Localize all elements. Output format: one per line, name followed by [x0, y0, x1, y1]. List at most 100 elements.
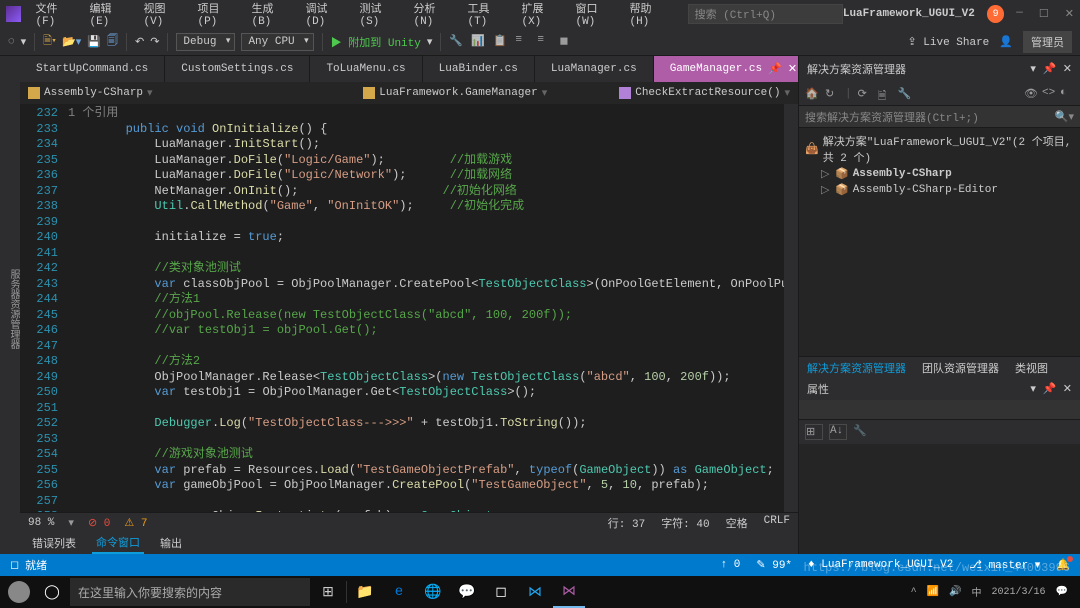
- run-button[interactable]: ▶ 附加到 Unity: [331, 34, 421, 50]
- menu-test[interactable]: 测试(S): [353, 0, 405, 32]
- tab-errorlist[interactable]: 错误列表: [28, 533, 80, 553]
- code-editor[interactable]: 232 233 234 235 236 237 238 239 240 241 …: [20, 104, 798, 512]
- solution-search[interactable]: 搜索解决方案资源管理器(Ctrl+;)🔍▾: [799, 106, 1080, 128]
- open-icon[interactable]: 📂▾: [62, 35, 81, 49]
- code-icon[interactable]: <>: [1042, 87, 1056, 101]
- tab-classview[interactable]: 类视图: [1007, 357, 1056, 378]
- menu-help[interactable]: 帮助(H): [623, 0, 675, 32]
- cortana-icon[interactable]: ◯: [36, 576, 68, 608]
- platform-combo[interactable]: Any CPU: [241, 33, 313, 51]
- avatar-icon[interactable]: [4, 577, 34, 607]
- tab-luabinder[interactable]: LuaBinder.cs: [423, 56, 535, 82]
- config-combo[interactable]: Debug: [176, 33, 235, 51]
- tab-close-icon[interactable]: ✕: [788, 62, 797, 76]
- edge-icon[interactable]: e: [383, 576, 415, 608]
- project-node[interactable]: ▷📦Assembly-CSharp: [805, 166, 1074, 182]
- menu-debug[interactable]: 调试(D): [299, 0, 351, 32]
- fwd-icon[interactable]: ▾: [21, 35, 27, 49]
- volume-icon[interactable]: 🔊: [949, 586, 961, 598]
- home-icon[interactable]: 🏠: [805, 87, 819, 101]
- redo-icon[interactable]: ↷: [150, 35, 159, 49]
- repo-name[interactable]: ♦ LuaFramework_UGUI_V2: [808, 559, 953, 571]
- live-share-button[interactable]: ⇪ Live Share: [907, 35, 989, 49]
- undo-icon[interactable]: ↶: [135, 35, 144, 49]
- notification-badge[interactable]: 9: [987, 5, 1004, 23]
- menu-edit[interactable]: 编辑(E): [83, 0, 135, 32]
- tool-icon[interactable]: 🔧: [449, 34, 465, 50]
- bc-method[interactable]: CheckExtractResource()▾: [619, 86, 790, 100]
- saveall-icon[interactable]: 🗐: [107, 32, 118, 51]
- bc-assembly[interactable]: Assembly-CSharp▾: [28, 86, 153, 100]
- az-icon[interactable]: A↓: [829, 424, 847, 440]
- taskview-icon[interactable]: ⊞: [312, 576, 344, 608]
- tool-icon[interactable]: 📊: [471, 34, 487, 50]
- menu-window[interactable]: 窗口(W): [569, 0, 621, 32]
- tab-team[interactable]: 团队资源管理器: [914, 357, 1007, 378]
- bell-icon[interactable]: 🔔: [1056, 558, 1070, 572]
- network-icon[interactable]: 📶: [927, 586, 939, 598]
- clock[interactable]: 2021/3/16: [992, 587, 1046, 598]
- wrench-icon[interactable]: 🔧: [853, 424, 871, 440]
- zoom-level[interactable]: 98 %: [28, 517, 54, 529]
- back-icon[interactable]: ◌: [8, 36, 15, 48]
- properties-combo[interactable]: [799, 400, 1080, 420]
- project-node[interactable]: ▷📦Assembly-CSharp-Editor: [805, 182, 1074, 198]
- menu-view[interactable]: 视图(V): [137, 0, 189, 32]
- menu-build[interactable]: 生成(B): [245, 0, 297, 32]
- tool-icon[interactable]: 📋: [493, 34, 509, 50]
- warning-count[interactable]: ⚠ 7: [124, 516, 147, 530]
- new-icon[interactable]: 🗎▾: [43, 32, 56, 51]
- cat-icon[interactable]: ⊞: [805, 424, 823, 440]
- pending-changes[interactable]: ↑ 0: [721, 559, 741, 571]
- vscode-icon[interactable]: ⋈: [519, 576, 551, 608]
- tab-toluamenu[interactable]: ToLuaMenu.cs: [310, 56, 422, 82]
- error-count[interactable]: ⊘ 0: [88, 516, 110, 530]
- repo-status[interactable]: ✎ 99*: [756, 558, 792, 572]
- tab-customsettings[interactable]: CustomSettings.cs: [165, 56, 310, 82]
- view-icon[interactable]: 👁: [1024, 87, 1038, 101]
- tool-icon[interactable]: ◼: [559, 34, 575, 50]
- switch-icon[interactable]: ◐: [1060, 87, 1074, 101]
- code-lines[interactable]: 1 个引用 public void OnInitialize() { LuaMa…: [68, 104, 798, 512]
- panel-close-icon[interactable]: ✕: [1063, 384, 1072, 396]
- notifications-icon[interactable]: 💬: [1056, 586, 1068, 598]
- tab-cmdwin[interactable]: 命令窗口: [92, 532, 144, 554]
- explorer-icon[interactable]: 📁: [349, 576, 381, 608]
- tab-output[interactable]: 输出: [156, 533, 186, 553]
- menu-analyze[interactable]: 分析(N): [407, 0, 459, 32]
- tool-icon[interactable]: ≡: [537, 34, 553, 50]
- chrome-icon[interactable]: 🌐: [417, 576, 449, 608]
- tool-icon[interactable]: ≡: [515, 34, 531, 50]
- taskbar-search[interactable]: 在这里输入你要搜索的内容: [70, 578, 310, 606]
- wechat-icon[interactable]: 💬: [451, 576, 483, 608]
- menu-tools[interactable]: 工具(T): [461, 0, 513, 32]
- vs-icon[interactable]: ⋈: [553, 576, 585, 608]
- refresh-icon[interactable]: ↻: [825, 87, 839, 101]
- account-icon[interactable]: 👤: [999, 35, 1013, 49]
- menu-file[interactable]: 文件(F): [29, 0, 81, 32]
- minimize-icon[interactable]: —: [1016, 7, 1023, 21]
- menu-project[interactable]: 项目(P): [191, 0, 243, 32]
- menu-ext[interactable]: 扩展(X): [515, 0, 567, 32]
- prop-icon[interactable]: 🔧: [898, 87, 912, 101]
- tab-solution[interactable]: 解决方案资源管理器: [799, 357, 914, 378]
- tab-gamemanager[interactable]: GameManager.cs📌✕: [654, 56, 814, 82]
- run-drop-icon[interactable]: ▾: [427, 35, 433, 49]
- bc-class[interactable]: LuaFramework.GameManager▾: [363, 86, 547, 100]
- tab-startupcommand[interactable]: StartUpCommand.cs: [20, 56, 165, 82]
- tab-luamanager[interactable]: LuaManager.cs: [535, 56, 654, 82]
- showall-icon[interactable]: 🗎: [878, 87, 892, 101]
- left-sidestrip[interactable]: 服务器资源管理器: [0, 56, 20, 554]
- panel-drop-icon[interactable]: ▾: [1030, 64, 1036, 76]
- ime-icon[interactable]: 中: [972, 584, 982, 600]
- global-search[interactable]: 搜索 (Ctrl+Q): [688, 4, 843, 24]
- scrollbar[interactable]: [784, 104, 798, 512]
- pin-icon[interactable]: 📌: [768, 62, 782, 76]
- app-icon[interactable]: ◻: [485, 576, 517, 608]
- sync-icon[interactable]: ⟳: [858, 87, 872, 101]
- branch-name[interactable]: ⎇ master ▾: [969, 558, 1040, 572]
- maximize-icon[interactable]: ☐: [1039, 7, 1049, 21]
- tray-up-icon[interactable]: ^: [911, 587, 917, 598]
- panel-close-icon[interactable]: ✕: [1063, 64, 1072, 76]
- solution-root[interactable]: 👜解决方案"LuaFramework_UGUI_V2"(2 个项目, 共 2 个…: [805, 132, 1074, 166]
